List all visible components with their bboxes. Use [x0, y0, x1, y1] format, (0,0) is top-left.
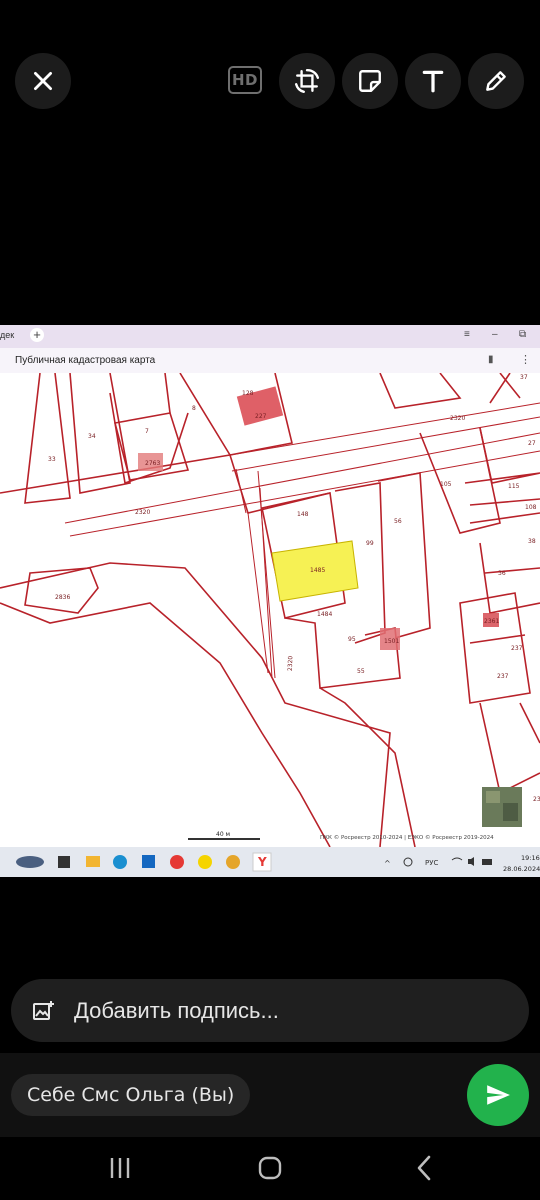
parcel-27-label: 27	[528, 440, 536, 447]
svg-text:Y: Y	[257, 855, 267, 869]
parcel-55-label: 55	[357, 668, 365, 675]
parcel-8-label: 8	[192, 405, 196, 412]
taskbar-market-icon	[198, 855, 212, 869]
taskbar-store-icon	[142, 855, 155, 868]
nav-home-button[interactable]	[250, 1150, 290, 1186]
pencil-icon	[486, 71, 506, 91]
parcel-36-label: 36	[498, 570, 506, 577]
parcel-1485-label: 1485	[310, 567, 325, 574]
back-icon	[417, 1155, 431, 1181]
home-icon	[258, 1156, 282, 1180]
parcel-23-label: 23	[533, 796, 540, 803]
taskbar-taskview-icon	[58, 856, 70, 868]
restore-icon: ⧉	[519, 329, 527, 340]
parcel-105-label: 105	[440, 481, 452, 488]
parcel-38-label: 38	[528, 538, 536, 545]
scale-label: 40 м	[216, 831, 230, 838]
parcel-1501-label: 1501	[384, 638, 399, 645]
parcel-237-label-a: 237	[511, 645, 523, 652]
taskbar-lang: РУС	[425, 859, 438, 867]
tab-fragment: дек	[0, 330, 15, 340]
caption-placeholder: Добавить подпись...	[74, 998, 279, 1023]
parcel-108-label: 108	[525, 504, 537, 511]
send-button[interactable]	[467, 1064, 529, 1126]
taskbar-yandex-icon	[170, 855, 184, 869]
crop-rotate-icon	[294, 68, 320, 94]
text-button[interactable]	[405, 53, 461, 109]
text-icon	[422, 70, 444, 93]
parcel-2763-label: 2763	[145, 460, 160, 467]
edited-image[interactable]: дек + ≡ – ⧉ Публичная кадастровая карта …	[0, 325, 540, 877]
parcel-37-label: 37	[520, 374, 528, 381]
parcel-148-label: 148	[297, 511, 309, 518]
parcel-128-label: 128	[242, 390, 254, 397]
parcel-7-label: 7	[145, 428, 149, 435]
taskbar-widgets-icon	[16, 856, 44, 868]
nav-recents-button[interactable]	[100, 1150, 140, 1186]
parcel-115-label: 115	[508, 483, 520, 490]
parcel-2361-label: 2361	[484, 618, 499, 625]
windows-taskbar: Y ^ РУС 19:16 28.06.2024	[0, 847, 540, 877]
parcel-237-label-b: 237	[497, 673, 509, 680]
recents-icon	[110, 1158, 130, 1178]
sticker-icon	[359, 70, 381, 92]
road-2320-label-b: 2320	[135, 509, 150, 516]
draw-button[interactable]	[468, 53, 524, 109]
address-bar: Публичная кадастровая карта ▮ ⋮	[0, 348, 540, 374]
new-tab-icon: +	[30, 328, 44, 342]
sticker-button[interactable]	[342, 53, 398, 109]
parcel-99-label: 99	[366, 540, 374, 547]
road-2320-label-a: 2320	[450, 415, 465, 422]
menu-icon: ≡	[464, 329, 470, 340]
parcel-95-label: 95	[348, 636, 356, 643]
taskbar-date: 28.06.2024	[503, 865, 540, 873]
map-attribution: ПКК © Росреестр 2010-2024 | ЕЭКО © Росре…	[320, 834, 494, 841]
parcel-1484-label: 1484	[317, 611, 332, 618]
browser-tabbar: дек + ≡ – ⧉	[0, 325, 540, 348]
crop-rotate-button[interactable]	[279, 53, 335, 109]
caption-field[interactable]: Добавить подпись...	[11, 979, 529, 1042]
parcel-2836-label: 2836	[55, 594, 70, 601]
road-2320-label-c: 2320	[287, 656, 295, 672]
add-image-icon	[33, 1001, 54, 1020]
hd-toggle[interactable]: HD	[228, 66, 262, 94]
recipient-chip[interactable]: Себе Смс Ольга (Вы)	[11, 1074, 251, 1116]
minimize-icon: –	[492, 329, 498, 340]
parcel-227-label: 227	[255, 413, 267, 420]
nav-back-button[interactable]	[404, 1150, 444, 1186]
parcel-34-label: 34	[88, 433, 96, 440]
svg-text:^: ^	[384, 859, 391, 868]
taskbar-edge-icon	[113, 855, 127, 869]
parcel-33-label: 33	[48, 456, 56, 463]
close-button[interactable]	[15, 53, 71, 109]
taskbar-battery-icon	[482, 859, 492, 865]
taskbar-folder-icon	[86, 856, 100, 867]
page-title: Публичная кадастровая карта	[15, 355, 156, 366]
send-icon	[487, 1085, 510, 1105]
parcel-56-label: 56	[394, 518, 402, 525]
bookmark-icon: ▮	[488, 354, 494, 365]
more-icon: ⋮	[520, 354, 531, 366]
taskbar-chrome-icon	[226, 855, 240, 869]
cadastral-map: 37 128 8 227 2320 7 2763 34 33 27 105 11…	[0, 373, 540, 847]
taskbar-time: 19:16	[521, 854, 540, 862]
close-icon	[34, 72, 52, 90]
